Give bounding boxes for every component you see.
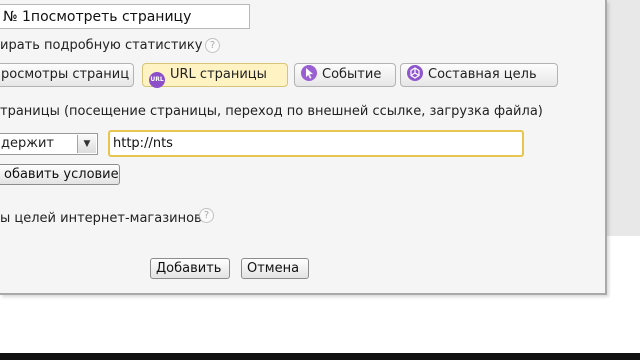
- help-icon[interactable]: ?: [205, 38, 220, 53]
- cancel-button[interactable]: Отмена: [241, 258, 309, 279]
- tab-url[interactable]: URL URL страницы: [142, 63, 288, 88]
- composite-goal-icon: [407, 65, 423, 81]
- add-condition-button[interactable]: обавить условие: [0, 164, 120, 185]
- tab-event[interactable]: Событие: [294, 63, 396, 87]
- page-backdrop: [605, 0, 640, 236]
- condition-description: траницы (посещение страницы, переход по …: [0, 104, 543, 119]
- tab-composite-goal[interactable]: Составная цель: [400, 63, 558, 87]
- tab-label: Событие: [322, 67, 382, 82]
- goal-dialog: ирать подробную статистику ? росмотры ст…: [0, 0, 607, 295]
- help-icon[interactable]: ?: [199, 208, 214, 223]
- tab-page-views[interactable]: росмотры страниц: [0, 63, 134, 87]
- url-condition-input[interactable]: [108, 130, 524, 157]
- tab-label: росмотры страниц: [1, 67, 130, 82]
- ecommerce-goals-label: ы целей интернет-магазинов: [0, 211, 202, 226]
- chevron-down-icon[interactable]: ▼: [77, 135, 96, 153]
- add-button[interactable]: Добавить: [150, 258, 230, 279]
- select-value: держит: [1, 136, 54, 151]
- url-icon: URL: [149, 72, 165, 88]
- condition-type-select[interactable]: держит ▼: [0, 133, 98, 155]
- divider: [0, 353, 640, 360]
- detailed-stats-label: ирать подробную статистику: [0, 38, 203, 53]
- goal-name-input[interactable]: [0, 4, 250, 29]
- tab-label: URL страницы: [170, 67, 267, 82]
- cursor-arrow-icon: [301, 65, 317, 81]
- tab-label: Составная цель: [428, 67, 537, 82]
